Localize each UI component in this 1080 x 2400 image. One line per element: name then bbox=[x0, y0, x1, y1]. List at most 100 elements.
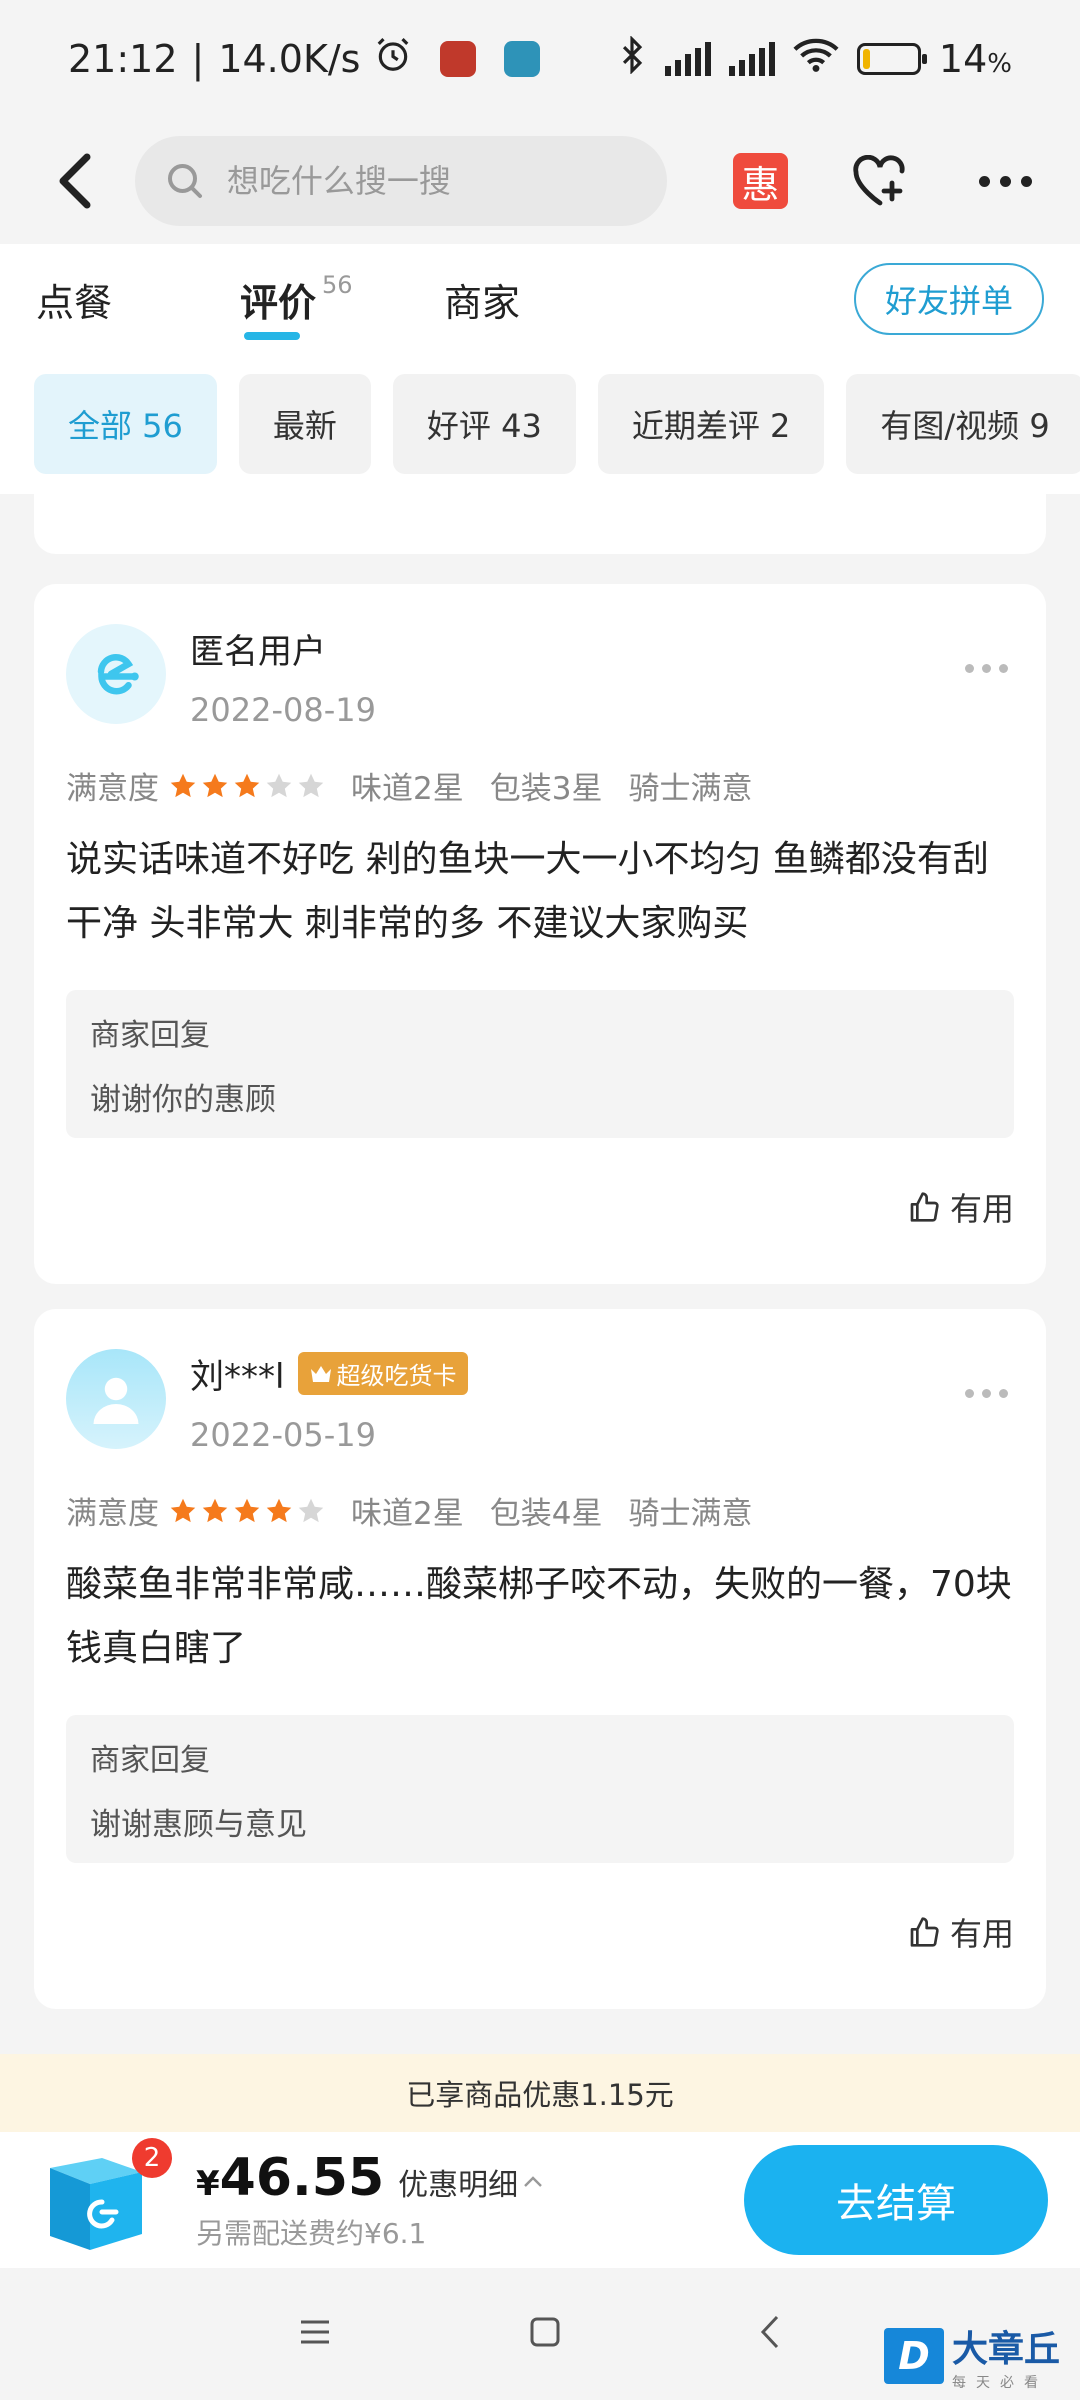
filter-recent-negative[interactable]: 近期差评 2 bbox=[597, 374, 825, 474]
avatar[interactable] bbox=[66, 624, 166, 724]
signal-icon bbox=[728, 42, 775, 76]
useful-label: 有用 bbox=[949, 1190, 1014, 1228]
rating-row: 满意度 味道2星 包装3星 骑士满意 bbox=[66, 763, 1014, 808]
merchant-reply: 商家回复 谢谢惠顾与意见 bbox=[66, 1715, 1014, 1863]
heart-plus-icon bbox=[852, 155, 905, 206]
cart-count-badge: 2 bbox=[132, 2138, 172, 2178]
review-list[interactable]: 匿名用户 2022-08-19 满意度 味道2星 包装3星 骑士满意 说实话味道… bbox=[0, 494, 1080, 2034]
chevron-left-icon bbox=[59, 153, 91, 209]
search-icon bbox=[167, 164, 202, 198]
filter-latest[interactable]: 最新 bbox=[238, 374, 371, 474]
app-notification-icon bbox=[504, 41, 541, 77]
star-filled-icon bbox=[202, 773, 228, 797]
filter-with-media[interactable]: 有图/视频 9 bbox=[846, 374, 1080, 474]
reply-text: 谢谢你的惠顾 bbox=[90, 1082, 276, 1118]
satisfaction-label: 满意度 bbox=[66, 771, 159, 807]
home-icon[interactable] bbox=[528, 2315, 562, 2353]
star-filled-icon bbox=[170, 1498, 196, 1522]
review-filter-bar: 全部 56 最新 好评 43 近期差评 2 有图/视频 9 bbox=[0, 354, 1080, 494]
tab-label: 商家 bbox=[444, 280, 521, 325]
review-date: 2022-08-19 bbox=[190, 691, 376, 729]
packaging-rating: 包装3星 bbox=[489, 771, 603, 807]
network-speed: 14.0K/s bbox=[218, 37, 361, 81]
star-filled-icon bbox=[266, 1498, 292, 1522]
total-price: 46.55 bbox=[219, 2148, 385, 2208]
review-count: 56 bbox=[322, 271, 353, 299]
more-options-button[interactable] bbox=[971, 151, 1040, 211]
star-empty-icon bbox=[298, 773, 324, 797]
super-foodie-badge: 超级吃货卡 bbox=[298, 1352, 469, 1395]
rating-row: 满意度 味道2星 包装4星 骑士满意 bbox=[66, 1488, 1014, 1533]
discount-button[interactable]: 惠 bbox=[733, 153, 789, 209]
battery-icon bbox=[856, 43, 927, 75]
useful-button[interactable]: 有用 bbox=[66, 1184, 1014, 1230]
useful-button[interactable]: 有用 bbox=[66, 1909, 1014, 1955]
watermark-icon: D bbox=[883, 2328, 944, 2384]
eleme-logo-icon bbox=[97, 654, 139, 695]
discount-detail-link[interactable]: 优惠明细 bbox=[398, 2160, 544, 2204]
tab-merchant[interactable]: 商家 bbox=[444, 244, 520, 354]
system-navigation-bar: D 大章丘 每天必看 bbox=[0, 2268, 1080, 2400]
status-bar: 21:12 | 14.0K/s 14% bbox=[0, 0, 1080, 118]
star-rating bbox=[169, 772, 325, 800]
back-icon[interactable] bbox=[758, 2314, 782, 2354]
separator: | bbox=[191, 37, 205, 81]
friend-group-order-button[interactable]: 好友拼单 bbox=[854, 263, 1044, 335]
star-filled-icon bbox=[202, 1498, 228, 1522]
thumbs-up-icon bbox=[910, 1917, 939, 1947]
review-text: 说实话味道不好吃 剁的鱼块一大一小不均匀 鱼鳞都没有刮干净 头非常大 刺非常的多… bbox=[66, 839, 989, 944]
bluetooth-icon bbox=[617, 34, 647, 83]
review-date: 2022-05-19 bbox=[190, 1416, 376, 1454]
filter-positive[interactable]: 好评 43 bbox=[392, 374, 576, 474]
review-card: 匿名用户 2022-08-19 满意度 味道2星 包装3星 骑士满意 说实话味道… bbox=[34, 584, 1046, 1284]
useful-label: 有用 bbox=[949, 1915, 1014, 1953]
tab-order[interactable]: 点餐 bbox=[36, 244, 240, 354]
clock: 21:12 bbox=[68, 37, 178, 81]
thumbs-up-icon bbox=[910, 1192, 939, 1222]
packaging-rating: 包装4星 bbox=[489, 1496, 603, 1532]
satisfaction-label: 满意度 bbox=[66, 1496, 159, 1532]
taste-rating: 味道2星 bbox=[351, 771, 464, 807]
watermark-logo: D 大章丘 每天必看 bbox=[883, 2320, 1060, 2392]
cart-button[interactable]: 2 bbox=[32, 2138, 172, 2260]
rider-rating: 骑士满意 bbox=[628, 1496, 753, 1532]
reply-title: 商家回复 bbox=[90, 1743, 210, 1778]
tab-bar: 点餐 评价 56 商家 好友拼单 bbox=[0, 244, 1080, 354]
reply-text: 谢谢惠顾与意见 bbox=[90, 1807, 307, 1843]
taste-rating: 味道2星 bbox=[351, 1496, 464, 1532]
star-empty-icon bbox=[266, 773, 292, 797]
currency-symbol: ¥ bbox=[196, 2164, 220, 2204]
star-filled-icon bbox=[234, 773, 260, 797]
tab-label: 评价 bbox=[240, 280, 317, 325]
dot-icon bbox=[979, 175, 991, 187]
filter-all[interactable]: 全部 56 bbox=[34, 374, 217, 474]
back-button[interactable] bbox=[40, 145, 111, 217]
battery-percent: 14% bbox=[938, 37, 1012, 81]
app-notification-icon bbox=[440, 41, 477, 77]
watermark-subtitle: 每天必看 bbox=[951, 2375, 1048, 2391]
reviewer-name: 刘***l 超级吃货卡 bbox=[190, 1349, 469, 1398]
delivery-fee: 另需配送费约¥6.1 bbox=[196, 2217, 427, 2250]
signal-icon bbox=[664, 42, 711, 76]
avatar[interactable] bbox=[66, 1349, 166, 1449]
search-bar[interactable] bbox=[134, 136, 668, 226]
favorite-button[interactable] bbox=[850, 151, 909, 211]
chevron-up-icon bbox=[524, 2176, 543, 2187]
reviewer-name: 匿名用户 bbox=[190, 632, 326, 672]
checkout-button[interactable]: 去结算 bbox=[744, 2145, 1048, 2255]
review-more-button[interactable] bbox=[965, 664, 1008, 673]
review-text: 酸菜鱼非常非常咸……酸菜梆子咬不动，失败的一餐，70块钱真白瞎了 bbox=[66, 1564, 1012, 1669]
search-input[interactable] bbox=[226, 162, 607, 200]
tab-reviews[interactable]: 评价 56 bbox=[240, 244, 444, 354]
menu-icon[interactable] bbox=[298, 2317, 332, 2351]
star-filled-icon bbox=[170, 773, 196, 797]
reply-title: 商家回复 bbox=[90, 1018, 210, 1053]
rider-rating: 骑士满意 bbox=[628, 771, 753, 807]
cart-bar: 2 ¥ 46.55 优惠明细 另需配送费约¥6.1 去结算 bbox=[0, 2132, 1080, 2268]
review-more-button[interactable] bbox=[965, 1389, 1008, 1398]
star-filled-icon bbox=[234, 1498, 260, 1522]
alarm-icon bbox=[374, 36, 412, 83]
watermark-title: 大章丘 bbox=[951, 2329, 1060, 2370]
merchant-reply: 商家回复 谢谢你的惠顾 bbox=[66, 990, 1014, 1138]
tab-label: 点餐 bbox=[36, 280, 113, 325]
